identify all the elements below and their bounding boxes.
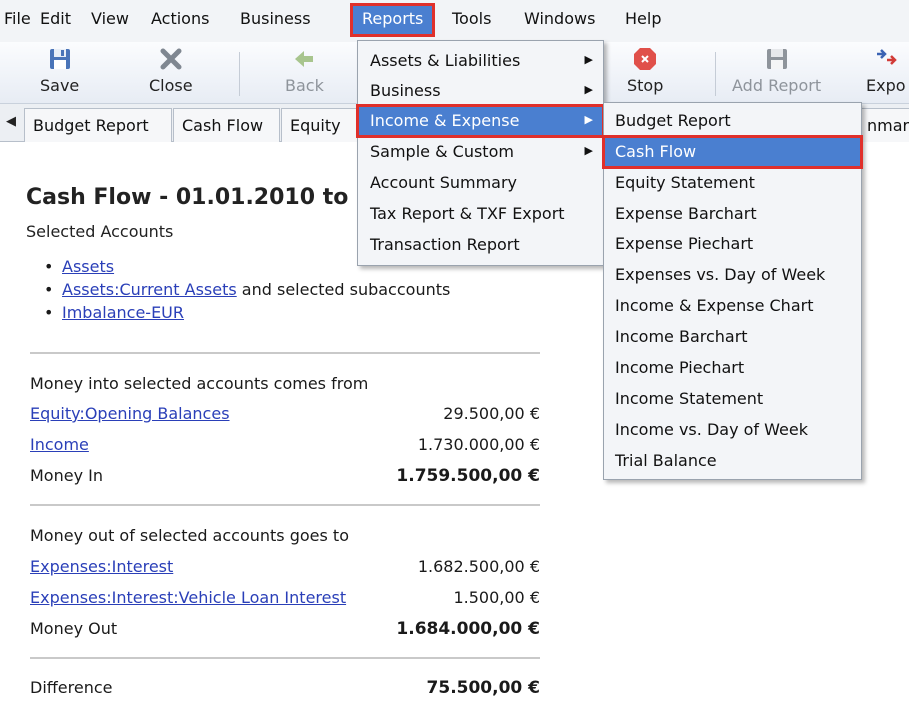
toolbar-separator — [715, 52, 716, 96]
table-row: Equity:Opening Balances 29.500,00 € — [30, 400, 540, 428]
menu-item-income-piechart[interactable]: Income Piechart — [604, 353, 861, 383]
menu-item-assets-liabilities[interactable]: Assets & Liabilities ▶ — [358, 46, 603, 76]
amount: 1.730.000,00 € — [417, 435, 540, 454]
save-icon — [49, 49, 70, 69]
account-link[interactable]: Imbalance-EUR — [62, 303, 184, 322]
menu-file[interactable]: File — [4, 9, 31, 28]
amount: 1.759.500,00 € — [396, 466, 540, 486]
tab-equity[interactable]: Equity — [281, 108, 361, 142]
amount: 29.500,00 € — [443, 404, 540, 423]
tab-cash-flow[interactable]: Cash Flow — [173, 108, 280, 142]
toolbar-separator — [239, 52, 240, 96]
submenu-arrow-icon: ▶ — [584, 144, 593, 157]
menu-help[interactable]: Help — [625, 9, 661, 28]
menu-item-expenses-day-of-week[interactable]: Expenses vs. Day of Week — [604, 260, 861, 290]
menu-actions[interactable]: Actions — [151, 9, 209, 28]
menu-item-business[interactable]: Business ▶ — [358, 76, 603, 106]
menu-tools[interactable]: Tools — [452, 9, 491, 28]
menu-item-account-summary[interactable]: Account Summary — [358, 168, 603, 198]
add-report-icon — [766, 49, 787, 69]
submenu-arrow-icon: ▶ — [584, 53, 593, 66]
money-out-heading: Money out of selected accounts goes to — [30, 526, 349, 545]
add-report-label: Add Report — [732, 76, 822, 95]
close-button[interactable]: Close — [149, 46, 193, 95]
export-label: Expo — [866, 76, 906, 95]
tab-scroll-left-icon[interactable]: ◀ — [6, 114, 16, 129]
menu-reports[interactable]: Reports — [349, 3, 436, 37]
table-row: Expenses:Interest:Vehicle Loan Interest … — [30, 584, 540, 612]
money-out-total-row: Money Out 1.684.000,00 € — [30, 619, 540, 639]
menubar: File Edit View Actions Business Reports … — [0, 0, 909, 42]
menu-windows[interactable]: Windows — [524, 9, 595, 28]
tab-summary[interactable]: nmar — [858, 108, 909, 142]
menu-item-income-statement[interactable]: Income Statement — [604, 384, 861, 414]
account-link[interactable]: Equity:Opening Balances — [30, 404, 230, 423]
account-link[interactable]: Assets — [62, 257, 114, 276]
income-expense-submenu: Budget Report Cash Flow Equity Statement… — [602, 102, 863, 480]
menu-item-transaction-report[interactable]: Transaction Report — [358, 230, 603, 260]
menu-item-expense-piechart[interactable]: Expense Piechart — [604, 229, 861, 259]
selected-accounts-label: Selected Accounts — [26, 222, 174, 241]
list-item: Assets:Current Assets and selected subac… — [44, 278, 450, 301]
money-in-heading: Money into selected accounts comes from — [30, 374, 369, 393]
save-button[interactable]: Save — [40, 46, 79, 95]
submenu-arrow-icon: ▶ — [584, 83, 593, 96]
stop-icon — [634, 48, 657, 70]
submenu-arrow-icon: ▶ — [584, 113, 593, 126]
menu-item-budget-report[interactable]: Budget Report — [604, 106, 861, 136]
tab-budget-report[interactable]: Budget Report — [24, 108, 172, 142]
amount: 1.500,00 € — [453, 588, 540, 607]
menu-item-income-barchart[interactable]: Income Barchart — [604, 322, 861, 352]
reports-menu: Assets & Liabilities ▶ Business ▶ Income… — [356, 40, 605, 266]
back-button[interactable]: Back — [285, 46, 324, 95]
save-label: Save — [40, 76, 80, 95]
divider — [30, 657, 540, 659]
stop-label: Stop — [627, 76, 664, 95]
stop-button[interactable]: Stop — [627, 46, 663, 95]
amount: 1.684.000,00 € — [396, 619, 540, 639]
menu-item-trial-balance[interactable]: Trial Balance — [604, 446, 861, 476]
export-icon — [876, 49, 897, 65]
menu-item-tax-report[interactable]: Tax Report & TXF Export — [358, 199, 603, 229]
money-in-total-row: Money In 1.759.500,00 € — [30, 466, 540, 486]
report-title: Cash Flow - 01.01.2010 to 31 — [26, 185, 387, 210]
menu-edit[interactable]: Edit — [40, 9, 71, 28]
divider — [30, 352, 540, 354]
list-item: Imbalance-EUR — [44, 301, 450, 324]
menu-item-expense-barchart[interactable]: Expense Barchart — [604, 199, 861, 229]
menu-view[interactable]: View — [91, 9, 129, 28]
menu-item-cash-flow[interactable]: Cash Flow — [602, 135, 863, 169]
menu-item-equity-statement[interactable]: Equity Statement — [604, 168, 861, 198]
account-link[interactable]: Expenses:Interest — [30, 557, 173, 576]
divider — [30, 504, 540, 506]
close-label: Close — [149, 76, 193, 95]
menu-item-sample-custom[interactable]: Sample & Custom ▶ — [358, 137, 603, 167]
difference-row: Difference 75.500,00 € — [30, 678, 540, 698]
menu-item-income-expense[interactable]: Income & Expense ▶ — [356, 104, 605, 138]
back-arrow-icon — [295, 51, 314, 67]
menu-business[interactable]: Business — [240, 9, 311, 28]
menu-item-income-expense-chart[interactable]: Income & Expense Chart — [604, 291, 861, 321]
close-icon — [160, 48, 182, 70]
back-label: Back — [285, 76, 324, 95]
amount: 75.500,00 € — [426, 678, 540, 698]
amount: 1.682.500,00 € — [417, 557, 540, 576]
account-link[interactable]: Assets:Current Assets — [62, 280, 237, 299]
account-link[interactable]: Expenses:Interest:Vehicle Loan Interest — [30, 588, 346, 607]
table-row: Expenses:Interest 1.682.500,00 € — [30, 553, 540, 581]
menu-item-income-day-of-week[interactable]: Income vs. Day of Week — [604, 415, 861, 445]
account-link[interactable]: Income — [30, 435, 89, 454]
export-button[interactable]: Expo — [866, 46, 906, 95]
add-report-button[interactable]: Add Report — [732, 46, 821, 95]
table-row: Income 1.730.000,00 € — [30, 431, 540, 459]
